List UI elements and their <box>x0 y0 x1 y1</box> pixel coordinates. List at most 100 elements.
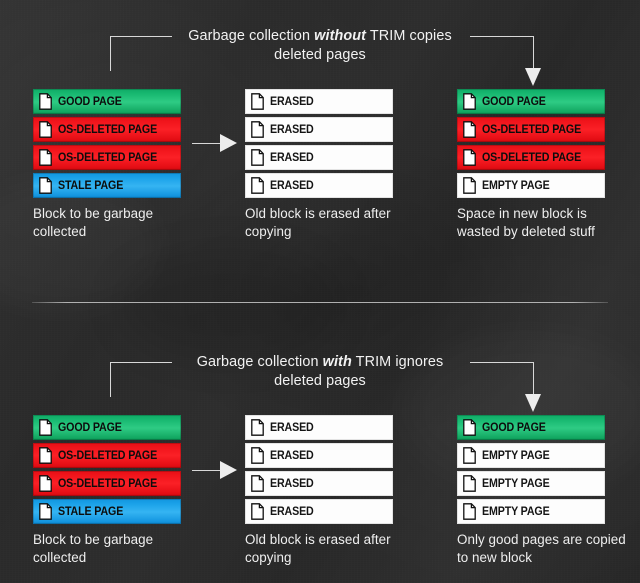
page-row[interactable]: OS-DELETED PAGE <box>33 471 181 496</box>
page-icon <box>39 419 52 436</box>
page-icon <box>39 93 52 110</box>
page-row-label: EMPTY PAGE <box>482 179 550 192</box>
page-row[interactable]: EMPTY PAGE <box>457 471 605 496</box>
page-icon <box>251 447 264 464</box>
page-row-label: STALE PAGE <box>58 179 124 192</box>
page-row-label: ERASED <box>270 505 314 518</box>
connector-left-horizontal <box>110 362 172 363</box>
page-icon <box>251 419 264 436</box>
headline-emphasis: with <box>322 354 352 370</box>
page-row-label: OS-DELETED PAGE <box>58 449 158 462</box>
connector-right-horizontal <box>470 362 534 363</box>
page-row[interactable]: OS-DELETED PAGE <box>33 145 181 170</box>
connector-left-horizontal <box>110 36 172 37</box>
page-row-label: GOOD PAGE <box>58 95 122 108</box>
connector-left-vertical <box>110 362 111 397</box>
page-row-label: ERASED <box>270 477 314 490</box>
page-row[interactable]: GOOD PAGE <box>33 89 181 114</box>
page-row[interactable]: ERASED <box>245 415 393 440</box>
page-row[interactable]: EMPTY PAGE <box>457 499 605 524</box>
page-icon <box>251 475 264 492</box>
page-row-label: EMPTY PAGE <box>482 505 550 518</box>
page-row[interactable]: ERASED <box>245 173 393 198</box>
page-icon <box>463 93 476 110</box>
page-row-label: OS-DELETED PAGE <box>58 123 158 136</box>
connector-right-arrowhead <box>525 68 541 86</box>
page-icon <box>251 121 264 138</box>
page-row-label: ERASED <box>270 95 314 108</box>
page-row[interactable]: GOOD PAGE <box>33 415 181 440</box>
headline-line2: deleted pages <box>274 373 366 389</box>
headline-text-after: TRIM ignores <box>351 354 444 370</box>
connector-right-horizontal <box>470 36 534 37</box>
page-row-label: OS-DELETED PAGE <box>58 151 158 164</box>
page-row-label: OS-DELETED PAGE <box>58 477 158 490</box>
source-block-caption: Block to be garbage collected <box>33 206 154 239</box>
page-icon <box>39 447 52 464</box>
page-row-label: ERASED <box>270 151 314 164</box>
page-row[interactable]: ERASED <box>245 145 393 170</box>
headline-without-trim: Garbage collection without TRIM copies d… <box>120 27 520 65</box>
page-row[interactable]: ERASED <box>245 89 393 114</box>
page-row-label: EMPTY PAGE <box>482 477 550 490</box>
page-icon <box>463 475 476 492</box>
page-row[interactable]: EMPTY PAGE <box>457 173 605 198</box>
source-block-caption: Block to be garbage collected <box>33 532 154 565</box>
diagram-canvas: Garbage collection without TRIM copies d… <box>0 0 640 583</box>
page-row[interactable]: OS-DELETED PAGE <box>457 117 605 142</box>
page-row-label: GOOD PAGE <box>482 421 546 434</box>
page-row-label: ERASED <box>270 123 314 136</box>
page-icon <box>463 503 476 520</box>
page-icon <box>39 177 52 194</box>
page-row-label: EMPTY PAGE <box>482 449 550 462</box>
section-with-trim: Garbage collection with TRIM ignores del… <box>0 300 640 583</box>
page-icon <box>463 447 476 464</box>
page-row[interactable]: STALE PAGE <box>33 173 181 198</box>
headline-text-after: TRIM copies <box>366 28 452 44</box>
page-row[interactable]: OS-DELETED PAGE <box>33 443 181 468</box>
erased-block: ERASED ERASED ERASED ERASED <box>245 415 393 524</box>
page-icon <box>463 419 476 436</box>
page-icon <box>463 121 476 138</box>
destination-block-caption: Only good pages are copied to new block <box>457 532 626 565</box>
page-row-label: ERASED <box>270 421 314 434</box>
erased-block-caption: Old block is erased after copying <box>245 532 391 565</box>
flow-arrow-line <box>192 470 222 471</box>
page-row[interactable]: OS-DELETED PAGE <box>457 145 605 170</box>
page-row-label: GOOD PAGE <box>482 95 546 108</box>
page-icon <box>251 93 264 110</box>
page-row-label: ERASED <box>270 449 314 462</box>
connector-right-vertical <box>533 36 534 70</box>
page-icon <box>251 503 264 520</box>
page-row[interactable]: STALE PAGE <box>33 499 181 524</box>
page-row[interactable]: ERASED <box>245 443 393 468</box>
page-row-label: ERASED <box>270 179 314 192</box>
destination-block-caption: Space in new block is wasted by deleted … <box>457 206 595 239</box>
connector-right-arrowhead <box>525 394 541 412</box>
page-row[interactable]: EMPTY PAGE <box>457 443 605 468</box>
page-icon <box>39 149 52 166</box>
page-row-label: OS-DELETED PAGE <box>482 151 582 164</box>
page-icon <box>463 149 476 166</box>
headline-with-trim: Garbage collection with TRIM ignores del… <box>120 353 520 391</box>
headline-text-before: Garbage collection <box>188 28 315 44</box>
page-row-label: OS-DELETED PAGE <box>482 123 582 136</box>
headline-emphasis: without <box>314 28 367 44</box>
page-row[interactable]: ERASED <box>245 471 393 496</box>
page-icon <box>39 121 52 138</box>
page-row[interactable]: GOOD PAGE <box>457 89 605 114</box>
flow-arrow-head <box>220 134 237 152</box>
destination-block: GOOD PAGE EMPTY PAGE EMPTY PAGE EMPTY PA… <box>457 415 605 524</box>
page-row[interactable]: GOOD PAGE <box>457 415 605 440</box>
page-row[interactable]: ERASED <box>245 117 393 142</box>
headline-text-before: Garbage collection <box>196 354 323 370</box>
page-icon <box>251 149 264 166</box>
page-icon <box>39 475 52 492</box>
page-icon <box>251 177 264 194</box>
page-row[interactable]: ERASED <box>245 499 393 524</box>
headline-line2: deleted pages <box>274 47 366 63</box>
section-without-trim: Garbage collection without TRIM copies d… <box>0 0 640 300</box>
flow-arrow-line <box>192 143 222 144</box>
page-row[interactable]: OS-DELETED PAGE <box>33 117 181 142</box>
source-block: GOOD PAGE OS-DELETED PAGE OS-DELETED PAG… <box>33 415 181 524</box>
